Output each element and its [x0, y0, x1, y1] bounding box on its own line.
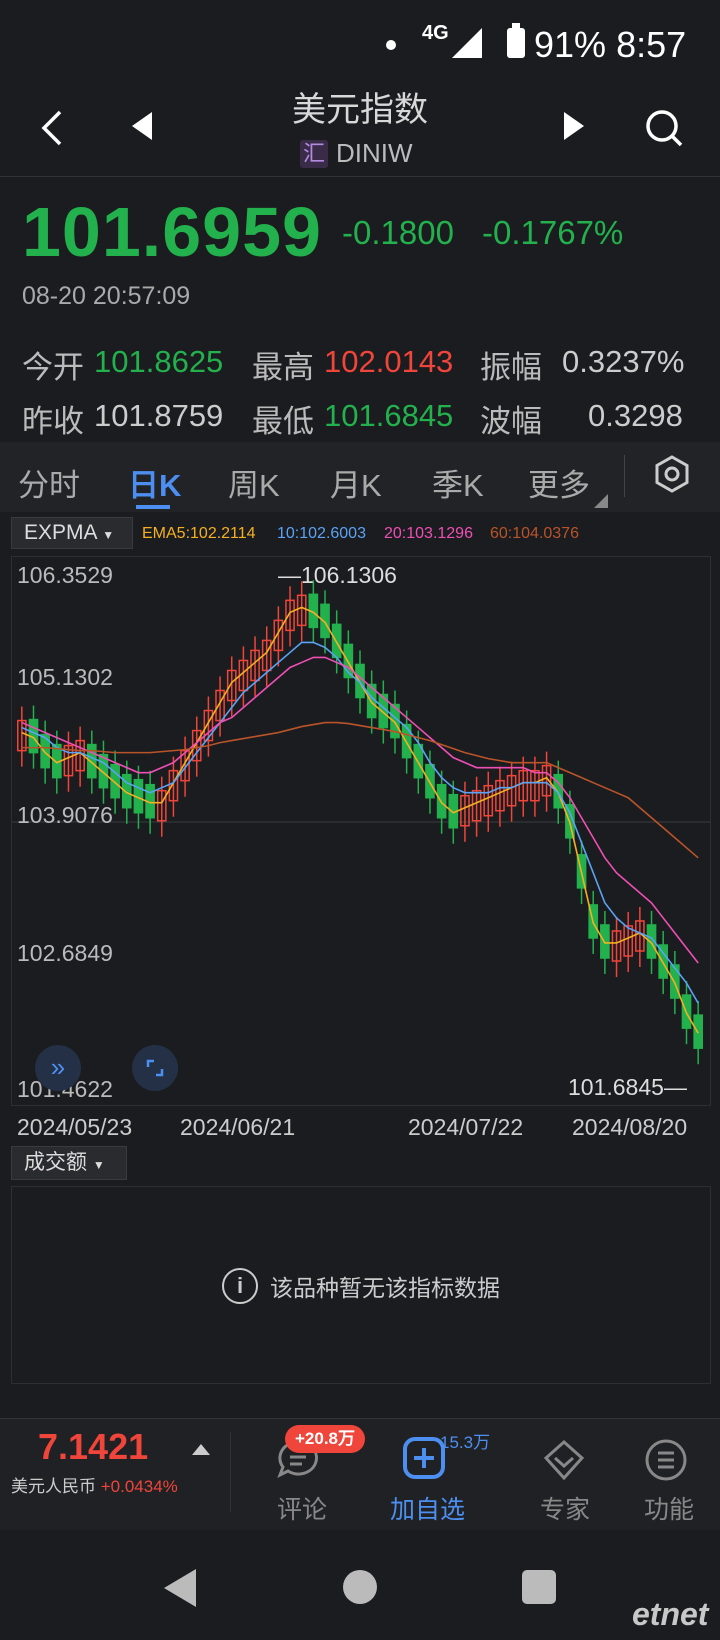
page-title: 美元指数 [292, 91, 428, 129]
network-type: 4G [422, 22, 449, 44]
kline-chart[interactable] [11, 556, 711, 1106]
search-icon[interactable] [644, 108, 684, 148]
previous-item-icon[interactable] [132, 112, 152, 140]
nav-recents-icon[interactable] [522, 1570, 556, 1604]
info-icon: i [222, 1268, 258, 1304]
open-value: 101.8625 [94, 344, 224, 379]
functions-menu-icon[interactable] [644, 1438, 688, 1482]
fullscreen-icon[interactable] [132, 1045, 178, 1091]
expand-up-icon[interactable] [192, 1444, 210, 1455]
no-data-message: i 该品种暂无该指标数据 [222, 1268, 500, 1304]
indicator-selector[interactable]: EXPMA ▼ [11, 517, 133, 549]
x-tick-label: 2024/08/20 [572, 1114, 688, 1140]
x-tick-label: 2024/06/21 [180, 1114, 296, 1140]
fast-forward-icon[interactable]: » [35, 1045, 81, 1091]
x-tick-label: 2024/07/22 [408, 1114, 524, 1140]
y-tick-label: 102.6849 [17, 940, 113, 966]
expert-label[interactable]: 专家 [540, 1490, 590, 1526]
ema5-value: EMA5:102.2114 [142, 525, 256, 542]
high-label: 最高 [252, 350, 314, 385]
add-watchlist-label[interactable]: 加自选 [390, 1490, 465, 1526]
wave-label: 波幅 [480, 404, 542, 439]
ema10-value: 10:102.6003 [277, 525, 366, 542]
chevron-down-icon: ▼ [102, 528, 115, 542]
high-value: 102.0143 [324, 344, 454, 379]
kline-svg [12, 580, 710, 1065]
max-price-marker: —106.1306 [278, 562, 397, 588]
ema20-value: 20:103.1296 [384, 525, 473, 542]
price-change: -0.1800 [342, 214, 454, 251]
notification-dot-icon [386, 40, 396, 50]
etnet-watermark: etnet [632, 1596, 709, 1632]
low-label: 最低 [252, 404, 314, 439]
divider [0, 176, 720, 177]
wave-value: 0.3298 [588, 398, 683, 433]
divider [624, 455, 625, 497]
forex-badge-icon: 汇 [300, 139, 328, 168]
signal-icon [452, 28, 482, 58]
usdcny-label[interactable]: 美元人民币 +0.0434% [11, 1472, 178, 1497]
y-tick-label: 103.9076 [17, 802, 113, 828]
y-tick-label: 106.3529 [17, 562, 113, 588]
prev-close-label: 昨收 [22, 404, 84, 439]
usdcny-price[interactable]: 7.1421 [38, 1426, 148, 1468]
tab-more[interactable]: 更多 [528, 460, 590, 505]
price-change-percent: -0.1767% [482, 214, 624, 251]
comment-label[interactable]: 评论 [277, 1490, 327, 1526]
tab-daily-k[interactable]: 日K [128, 460, 181, 505]
functions-label[interactable]: 功能 [644, 1490, 694, 1526]
back-arrow-icon[interactable] [38, 108, 66, 148]
volume-indicator-selector[interactable]: 成交额 ▼ [11, 1146, 127, 1180]
next-item-icon[interactable] [564, 112, 584, 140]
battery-icon [507, 23, 525, 58]
watchlist-count: 15.3万 [440, 1433, 491, 1452]
tab-intraday[interactable]: 分时 [18, 460, 80, 505]
nav-back-icon[interactable] [164, 1569, 196, 1607]
ema60-value: 60:104.0376 [490, 525, 579, 542]
comment-count-badge: +20.8万 [285, 1425, 366, 1453]
y-tick-label: 105.1302 [17, 664, 113, 690]
nav-home-icon[interactable] [343, 1570, 377, 1604]
code-label: DINIW [336, 138, 413, 168]
open-label: 今开 [22, 350, 84, 385]
no-data-text: 该品种暂无该指标数据 [270, 1275, 500, 1301]
active-tab-indicator [136, 505, 170, 509]
more-dropdown-icon [594, 494, 608, 508]
low-value: 101.6845 [324, 398, 454, 433]
tab-weekly-k[interactable]: 周K [228, 460, 280, 505]
amplitude-label: 振幅 [480, 350, 542, 385]
min-price-marker: 101.6845— [568, 1074, 687, 1100]
status-bar: 4G 91% 8:57 [0, 0, 720, 90]
tab-quarterly-k[interactable]: 季K [432, 460, 484, 505]
status-battery-time: 91% 8:57 [534, 24, 687, 65]
tab-monthly-k[interactable]: 月K [330, 460, 382, 505]
last-price: 101.6959 [22, 193, 322, 271]
instrument-code: 汇 DINIW [300, 138, 480, 169]
quote-time: 08-20 20:57:09 [22, 282, 191, 310]
settings-hexagon-icon[interactable] [652, 454, 692, 494]
chevron-down-icon: ▼ [92, 1158, 105, 1172]
expert-icon[interactable] [542, 1438, 586, 1482]
divider [230, 1432, 231, 1512]
prev-close-value: 101.8759 [94, 398, 224, 433]
x-tick-label: 2024/05/23 [17, 1114, 133, 1140]
amplitude-value: 0.3237% [562, 344, 685, 379]
